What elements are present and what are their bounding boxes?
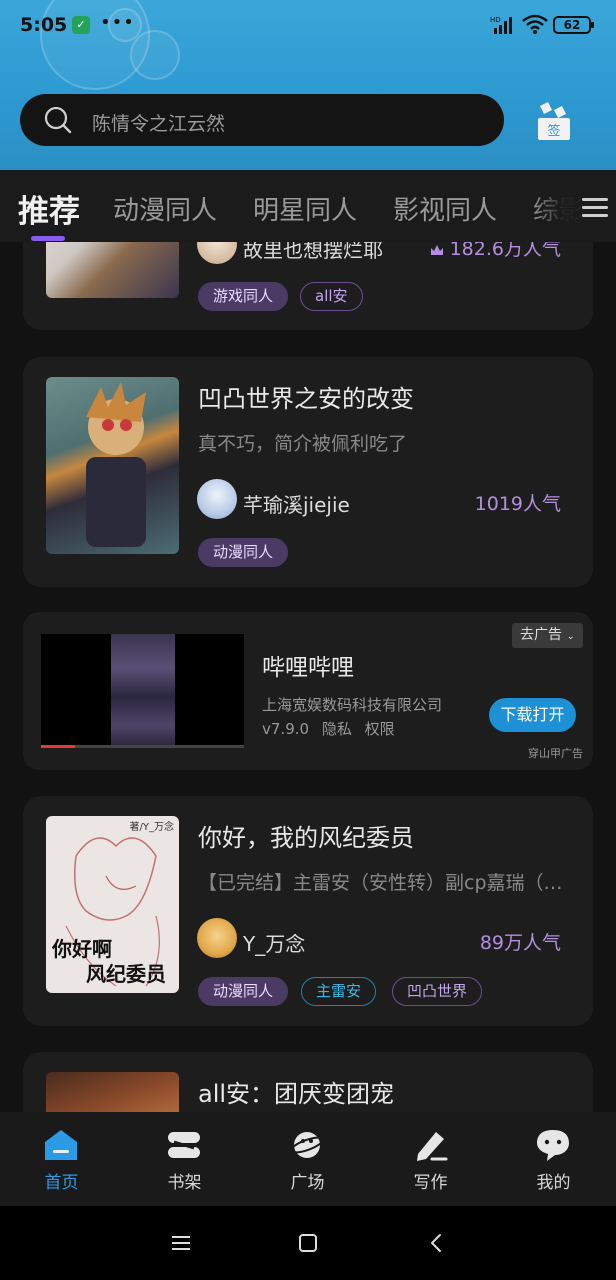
status-time: 5:05 [20,14,68,36]
nav-profile-label: 我的 [536,1173,571,1193]
search-placeholder: 陈情令之江云然 [92,113,226,135]
nav-bookshelf[interactable]: 书架 [123,1112,246,1206]
shield-icon: ✓ [72,16,90,34]
cover-illustration: 著/Y_万念 你好啊 风纪委员 [51,820,174,987]
author-name: 芊瑜溪jiejie [243,493,350,517]
chevron-down-icon: ⌄ [566,631,575,642]
menu-icon[interactable] [580,192,610,222]
ad-source-label: 穿山甲广告 [528,747,583,760]
ad-title: 哔哩哔哩 [262,655,354,681]
nav-home-label: 首页 [44,1173,79,1193]
cover-author-text: 著/Y_万念 [130,820,174,833]
tab-film-fanfic[interactable]: 影视同人 [393,190,497,227]
active-tab-indicator [31,236,65,241]
tab-recommend[interactable]: 推荐 [18,186,80,231]
video-progress-bar [41,745,244,748]
avatar [197,918,237,958]
tag[interactable]: 动漫同人 [198,538,289,567]
cover-illustration [86,382,146,547]
wifi-icon [522,14,548,34]
book-card[interactable]: 著/Y_万念 你好啊 风纪委员 你好，我的风纪委员 【已完结】主雷安（安性转）副… [23,796,593,1026]
search-bar[interactable]: 陈情令之江云然 [20,94,504,146]
nav-profile[interactable]: 我的 [492,1112,615,1206]
nav-plaza-label: 广场 [290,1173,325,1193]
back-icon[interactable] [426,1232,448,1254]
nav-bookshelf-label: 书架 [167,1173,202,1193]
network-type-label: HD [490,16,501,24]
cover-title-line1: 你好啊 [51,937,112,961]
tag[interactable]: 游戏同人 [198,282,289,311]
system-navigation-bar [0,1206,616,1280]
ad-video-frame [111,634,175,748]
status-bar: 5:05 ✓ ••• HD 62 [0,0,616,52]
category-tabs: 推荐 动漫同人 明星同人 影视同人 综影 [0,170,616,242]
ad-company: 上海宽娱数码科技有限公司 [262,696,443,714]
book-cover: 著/Y_万念 你好啊 风纪委员 [46,816,179,993]
remove-ad-button[interactable]: 去广告 ⌄ [512,623,583,648]
book-description: 【已完结】主雷安（安性转）副cp嘉瑞（瑞… [198,872,576,894]
popularity: 89万人气 [479,932,561,954]
popularity: 1019人气 [474,493,561,515]
home-button-icon[interactable] [297,1232,319,1254]
ad-version: v7.9.0 [262,720,310,738]
book-title: 你好，我的风纪委员 [198,824,414,852]
signin-label: 签 [547,123,560,139]
ad-banner[interactable]: 哔哩哔哩 上海宽娱数码科技有限公司 v7.9.0 隐私 权限 去广告 ⌄ 下载打… [23,612,593,770]
more-notifications-icon: ••• [100,12,135,33]
tag[interactable]: 主雷安 [301,977,377,1006]
author-name: Y_万念 [243,932,306,956]
avatar [197,479,237,519]
tag[interactable]: all安 [300,282,363,311]
recent-apps-icon[interactable] [170,1232,192,1254]
app-header: 5:05 ✓ ••• HD 62 陈情令之江云然 签 [0,0,616,170]
ad-video[interactable] [41,634,244,748]
tag[interactable]: 动漫同人 [198,977,289,1006]
battery-indicator: 62 [553,16,594,34]
nav-write[interactable]: 写作 [369,1112,492,1206]
pen-icon [417,1132,448,1161]
bottom-navigation: 首页 书架 广场 写作 我的 [0,1112,616,1206]
nav-plaza[interactable]: 广场 [246,1112,369,1206]
search-icon [44,106,72,134]
nav-write-label: 写作 [413,1173,448,1193]
remove-ad-label: 去广告 [520,627,562,643]
ad-privacy-link[interactable]: 隐私 [322,720,352,738]
profile-icon [537,1130,569,1161]
tag[interactable]: 凹凸世界 [392,977,483,1006]
download-open-button[interactable]: 下载打开 [489,698,576,732]
bookshelf-icon [168,1132,200,1158]
ad-meta: v7.9.0 隐私 权限 [262,718,403,739]
home-icon [45,1130,77,1160]
book-title: all安：团厌变团宠 [198,1080,395,1108]
planet-icon [289,1132,325,1158]
signin-icon[interactable]: 签 [532,100,576,144]
ad-permissions-link[interactable]: 权限 [365,720,395,738]
book-description: 真不巧，简介被佩利吃了 [198,433,408,455]
cover-title-line2: 风纪委员 [86,962,166,986]
book-cover [46,377,179,554]
nav-home[interactable]: 首页 [0,1112,123,1206]
tab-celebrity-fanfic[interactable]: 明星同人 [253,190,357,227]
signal-icon: HD [490,16,512,34]
book-title: 凹凸世界之安的改变 [198,385,414,413]
book-card[interactable]: 凹凸世界之安的改变 真不巧，简介被佩利吃了 芊瑜溪jiejie 1019人气 动… [23,357,593,587]
popularity-icon [430,244,443,255]
tab-anime-fanfic[interactable]: 动漫同人 [113,190,217,227]
